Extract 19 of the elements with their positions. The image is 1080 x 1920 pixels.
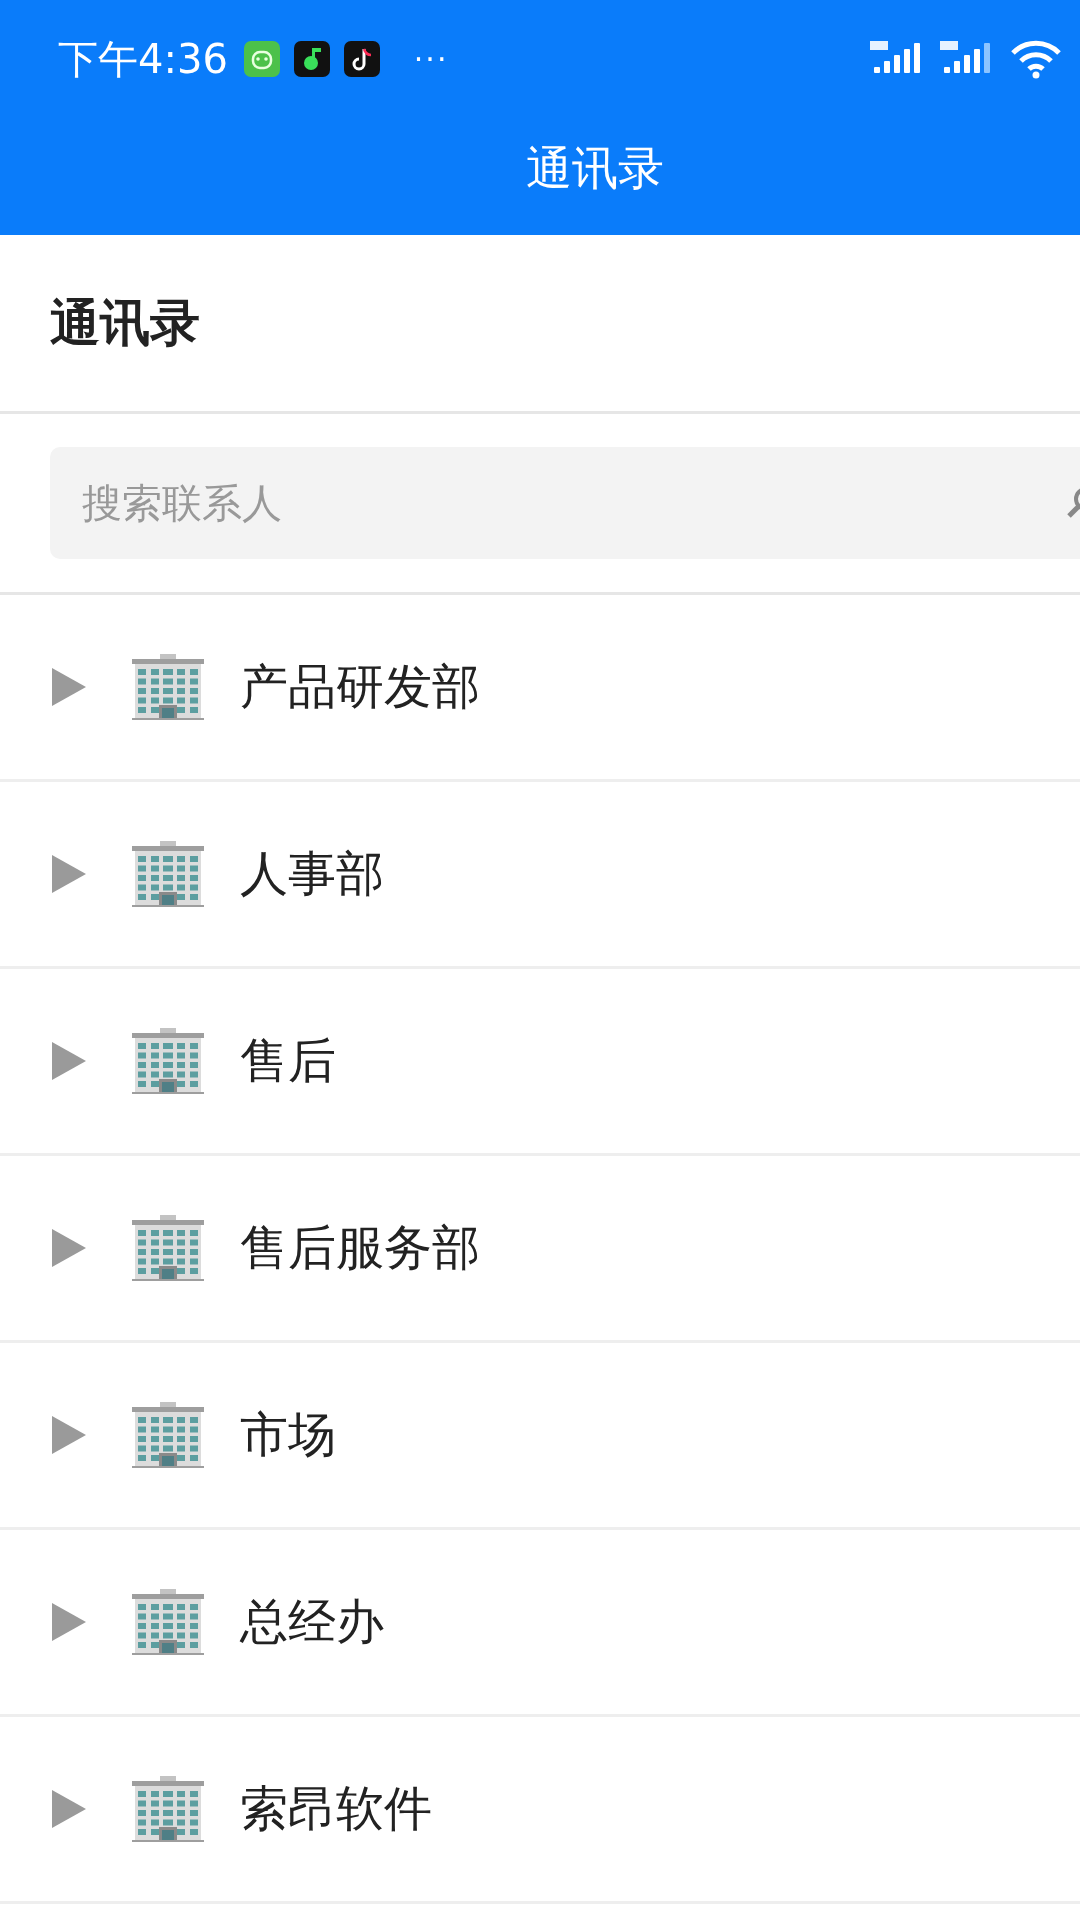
- department-name: 索昂软件: [240, 1779, 432, 1838]
- more-notifications: ···: [413, 41, 449, 77]
- department-row[interactable]: 人事部: [0, 782, 1080, 969]
- department-row[interactable]: 售后: [0, 969, 1080, 1156]
- department-row[interactable]: 市场: [0, 1343, 1080, 1530]
- department-name: 人事部: [240, 844, 384, 903]
- department-name: 售后服务部: [240, 1218, 480, 1277]
- search-field[interactable]: 搜索联系人: [50, 447, 1080, 559]
- department-name: 市场: [240, 1405, 336, 1464]
- department-name: 总经办: [240, 1592, 384, 1651]
- department-name: 售后: [240, 1031, 336, 1090]
- header-title: 通讯录: [525, 140, 665, 197]
- department-row[interactable]: 总经办: [0, 1530, 1080, 1717]
- section-title: 通讯录: [50, 292, 200, 354]
- department-row[interactable]: 售后服务部: [0, 1156, 1080, 1343]
- status-time: 下午4:36: [58, 34, 228, 84]
- department-row[interactable]: 索昂软件: [0, 1717, 1080, 1904]
- department-row[interactable]: 产品研发部: [0, 595, 1080, 782]
- department-name: 产品研发部: [240, 657, 480, 716]
